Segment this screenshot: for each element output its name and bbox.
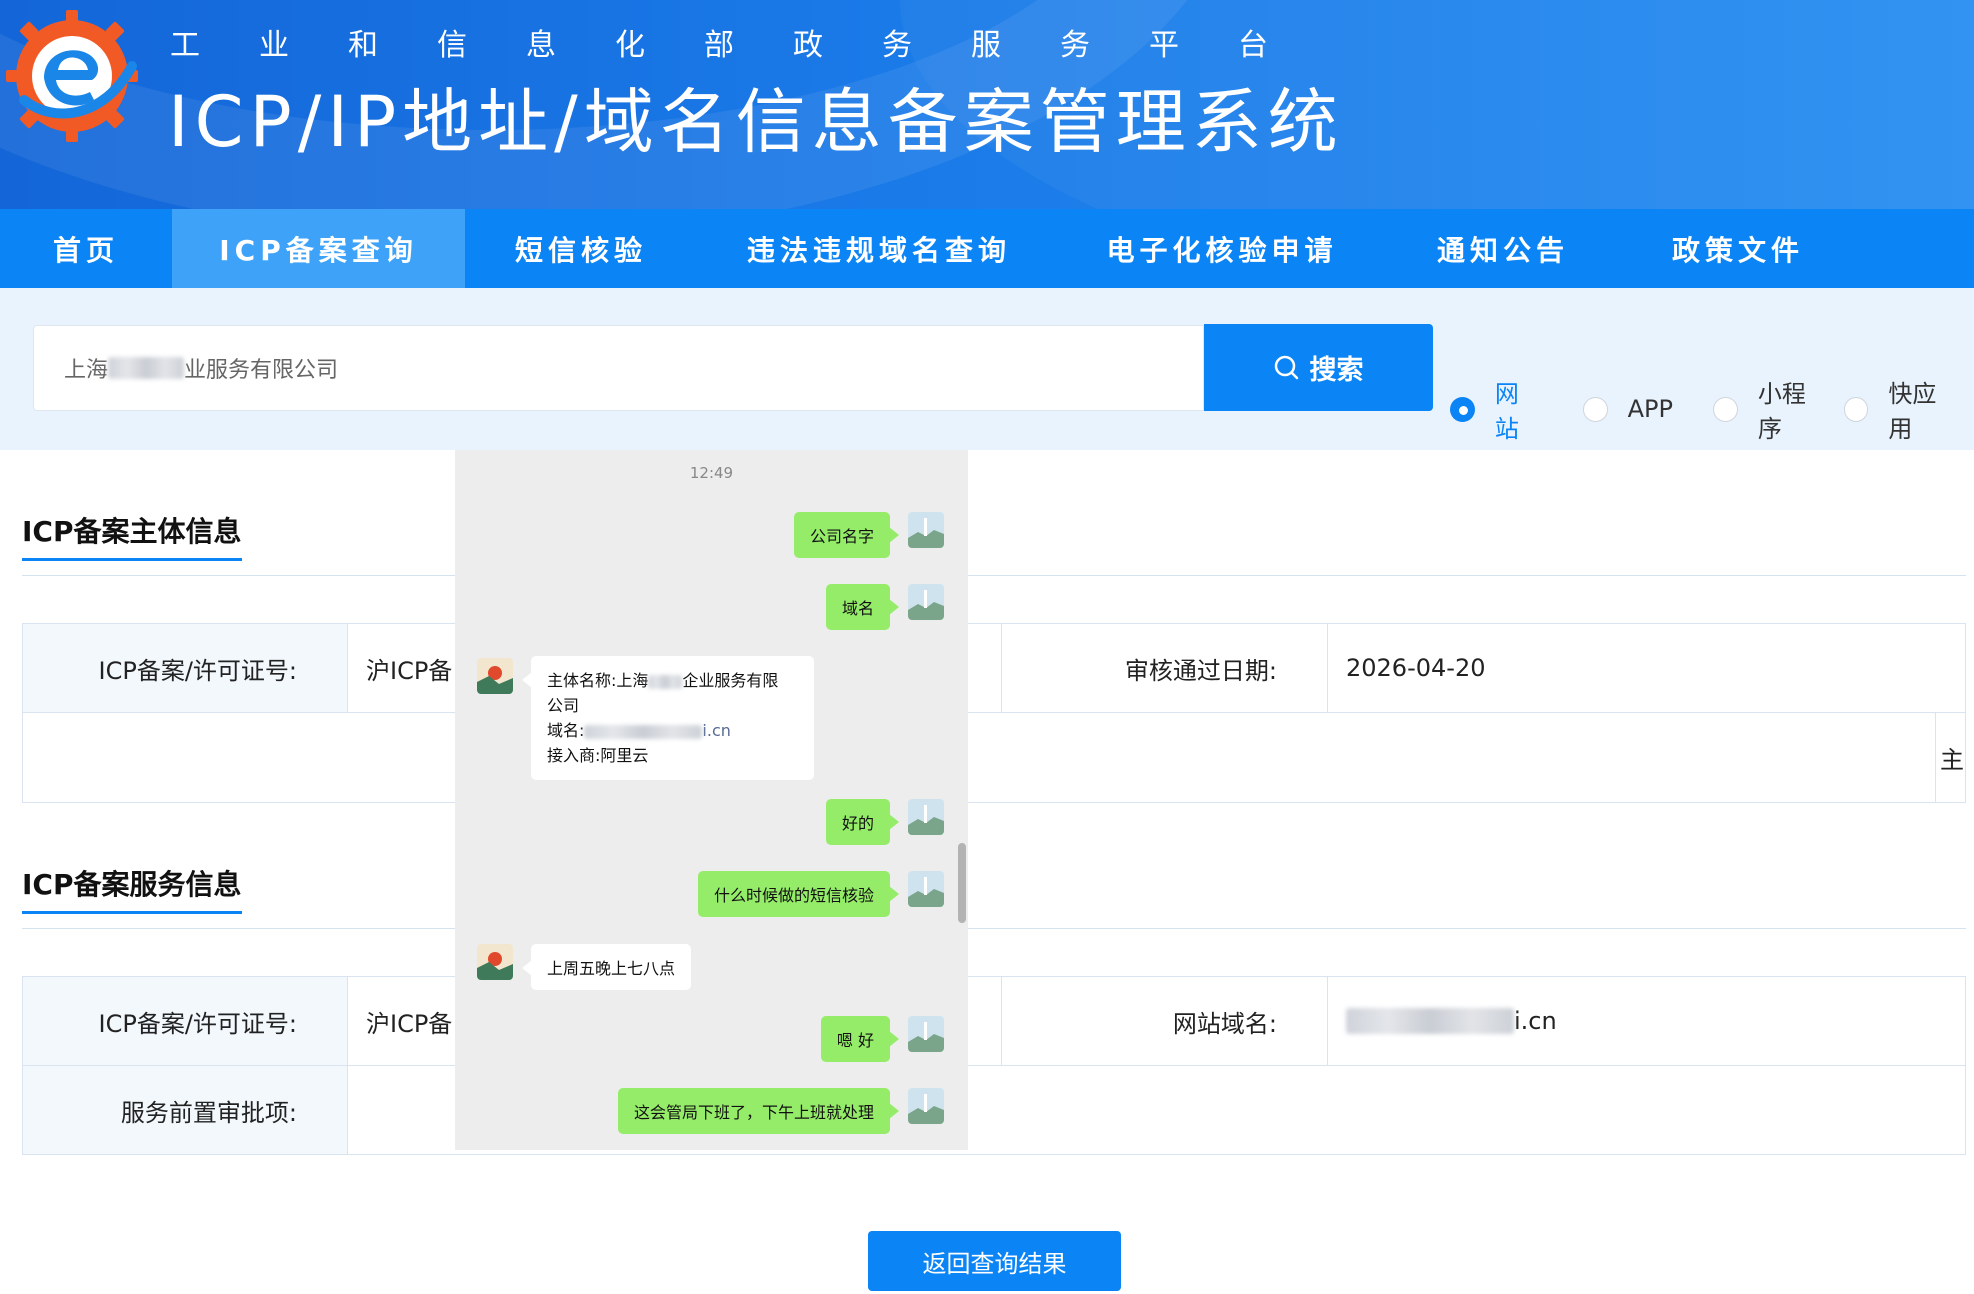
section-divider bbox=[22, 575, 1966, 576]
nav-home[interactable]: 首页 bbox=[0, 209, 172, 288]
chat-screenshot-overlay: 12:49 公司名字 域名 主体名称:上海 企业服务有限 公司 域名: i.cn 接… bbox=[455, 450, 968, 1150]
avatar bbox=[477, 658, 513, 694]
chat-bubble-outgoing: 域名 bbox=[825, 584, 900, 630]
redaction-blur bbox=[108, 357, 185, 379]
service-info-table: ICP备案/许可证号: 沪ICP备 网站域名: i.cn 服务前置审批项: bbox=[22, 976, 1966, 1155]
table-row: 服务前置审批项: bbox=[23, 1066, 1965, 1154]
table-row: ICP备案/许可证号: 沪ICP备 审核通过日期: 2026-04-20 bbox=[23, 624, 1965, 713]
chat-text: 主体名称:上海 bbox=[547, 671, 649, 690]
landscape-avatar-icon bbox=[908, 584, 944, 620]
chat-bubble-outgoing: 什么时候做的短信核验 bbox=[697, 871, 900, 917]
radio-quick-app[interactable]: 快应用 bbox=[1843, 374, 1961, 444]
subject-info-title: ICP备案主体信息 bbox=[22, 515, 242, 548]
sunset-avatar-icon bbox=[477, 944, 513, 980]
header-subtitle: 工业和信息化部政务服务平台 bbox=[170, 28, 1327, 63]
subject-info-table: ICP备案/许可证号: 沪ICP备 审核通过日期: 2026-04-20 主 bbox=[22, 623, 1966, 803]
radio-app[interactable]: APP bbox=[1582, 395, 1673, 423]
page-title: ICP/IP地址/域名信息备案管理系统 bbox=[168, 81, 1344, 163]
chat-bubble-outgoing: 嗯 好 bbox=[820, 1016, 900, 1062]
avatar bbox=[908, 584, 944, 620]
approval-date-label: 审核通过日期: bbox=[1002, 624, 1328, 712]
table-row: ICP备案/许可证号: 沪ICP备 网站域名: i.cn bbox=[23, 977, 1965, 1066]
landscape-avatar-icon bbox=[908, 512, 944, 548]
redaction-blur bbox=[648, 674, 683, 689]
section-divider bbox=[22, 928, 1966, 929]
table-row: 主 bbox=[23, 713, 1965, 802]
domain-value: i.cn bbox=[1328, 977, 1965, 1065]
nav-sms-verify[interactable]: 短信核验 bbox=[465, 209, 697, 288]
main-nav: 首页 ICP备案查询 短信核验 违法违规域名查询 电子化核验申请 通知公告 政策… bbox=[0, 209, 1974, 288]
search-input[interactable]: 上海 业服务有限公司 bbox=[33, 325, 1204, 411]
radio-website[interactable]: 网站 bbox=[1450, 374, 1543, 444]
chat-line: 公司 bbox=[547, 696, 580, 715]
chat-line: 主体名称:上海 企业服务有限 bbox=[547, 668, 798, 693]
back-to-results-button[interactable]: 返回查询结果 bbox=[868, 1231, 1121, 1291]
chat-text: 企业服务有限 bbox=[682, 671, 779, 690]
service-info-title: ICP备案服务信息 bbox=[22, 868, 242, 901]
chat-text: 域名: bbox=[547, 721, 585, 740]
domain-label: 网站域名: bbox=[1002, 977, 1328, 1065]
radio-unchecked-icon bbox=[1712, 396, 1738, 422]
redaction-blur bbox=[584, 724, 703, 739]
radio-label: 网站 bbox=[1494, 380, 1519, 443]
radio-checked-icon bbox=[1450, 396, 1475, 422]
avatar bbox=[908, 1016, 944, 1052]
landscape-avatar-icon bbox=[908, 871, 944, 907]
sunset-avatar-icon bbox=[477, 658, 513, 694]
approval-date-value: 2026-04-20 bbox=[1346, 654, 1486, 682]
chat-bubble-outgoing: 好的 bbox=[825, 799, 900, 845]
section-underline bbox=[22, 911, 242, 914]
nav-electronic-verify[interactable]: 电子化核验申请 bbox=[1061, 209, 1383, 288]
avatar bbox=[477, 944, 513, 980]
license-label: ICP备案/许可证号: bbox=[23, 977, 348, 1065]
preapproval-label: 服务前置审批项: bbox=[23, 1066, 348, 1154]
landscape-avatar-icon bbox=[908, 799, 944, 835]
radio-label: 快应用 bbox=[1888, 380, 1937, 443]
search-area: 上海 业服务有限公司 搜索 网站 APP 小程序 快应用 bbox=[0, 288, 1974, 450]
redaction-blur bbox=[1346, 1008, 1514, 1034]
search-button[interactable]: 搜索 bbox=[1204, 324, 1433, 411]
chat-bubble-incoming: 上周五晚上七八点 bbox=[521, 944, 692, 990]
miit-logo-icon bbox=[6, 10, 138, 142]
site-header: 工业和信息化部政务服务平台 ICP/IP地址/域名信息备案管理系统 bbox=[0, 0, 1974, 209]
nav-illegal-domain-query[interactable]: 违法违规域名查询 bbox=[697, 209, 1061, 288]
radio-unchecked-icon bbox=[1843, 396, 1869, 422]
search-icon bbox=[1274, 355, 1298, 379]
search-input-value-suffix: 业服务有限公司 bbox=[184, 358, 339, 383]
search-button-label: 搜索 bbox=[1309, 355, 1364, 386]
truncated-cell: 主 bbox=[1935, 713, 1965, 802]
avatar bbox=[908, 1088, 944, 1124]
chat-line: 域名: i.cn bbox=[547, 718, 798, 743]
section-underline bbox=[22, 558, 242, 561]
chat-bubble-outgoing: 公司名字 bbox=[793, 512, 900, 558]
radio-unchecked-icon bbox=[1582, 396, 1608, 422]
domain-suffix: i.cn bbox=[1514, 1007, 1557, 1035]
search-input-value-prefix: 上海 bbox=[64, 358, 109, 383]
nav-notices[interactable]: 通知公告 bbox=[1383, 209, 1623, 288]
nav-icp-query[interactable]: ICP备案查询 bbox=[172, 209, 465, 288]
chat-link[interactable]: i.cn bbox=[702, 721, 730, 740]
landscape-avatar-icon bbox=[908, 1088, 944, 1124]
radio-label: 小程序 bbox=[1757, 380, 1806, 443]
chat-timestamp: 12:49 bbox=[689, 464, 734, 482]
chat-bubble-outgoing: 这会管局下班了，下午上班就处理 bbox=[617, 1088, 900, 1134]
landscape-avatar-icon bbox=[908, 1016, 944, 1052]
license-label: ICP备案/许可证号: bbox=[23, 624, 348, 712]
search-type-radios: 网站 APP 小程序 快应用 bbox=[1450, 374, 1974, 444]
chat-bubble-incoming: 主体名称:上海 企业服务有限 公司 域名: i.cn 接入商:阿里云 bbox=[522, 656, 814, 780]
radio-label: APP bbox=[1627, 395, 1673, 423]
radio-mini-program[interactable]: 小程序 bbox=[1712, 374, 1830, 444]
avatar bbox=[908, 871, 944, 907]
chat-scrollbar[interactable] bbox=[958, 843, 966, 923]
avatar bbox=[908, 799, 944, 835]
chat-line: 接入商:阿里云 bbox=[547, 746, 649, 765]
avatar bbox=[908, 512, 944, 548]
nav-policy-docs[interactable]: 政策文件 bbox=[1623, 209, 1853, 288]
